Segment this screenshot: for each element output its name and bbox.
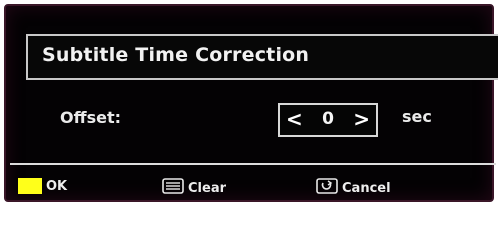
cancel-icon <box>316 178 338 198</box>
footer-divider <box>10 163 496 165</box>
ok-label: OK <box>46 178 68 194</box>
cancel-button[interactable]: Cancel <box>316 178 391 198</box>
increase-arrow-icon[interactable]: > <box>353 107 370 131</box>
offset-label: Offset: <box>60 108 121 127</box>
offset-stepper[interactable]: < 0 > <box>278 103 378 137</box>
title-bar: Subtitle Time Correction <box>26 34 498 80</box>
dialog-title: Subtitle Time Correction <box>42 44 310 66</box>
yellow-button-icon <box>18 178 42 194</box>
clear-button[interactable]: Clear <box>162 178 226 198</box>
cancel-label: Cancel <box>342 180 391 196</box>
offset-unit-label: sec <box>402 107 432 126</box>
ok-button[interactable]: OK <box>18 178 67 194</box>
subtitle-time-correction-dialog: Subtitle Time Correction Offset: < 0 > s… <box>4 4 498 202</box>
clear-icon <box>162 178 184 198</box>
clear-label: Clear <box>188 180 226 196</box>
